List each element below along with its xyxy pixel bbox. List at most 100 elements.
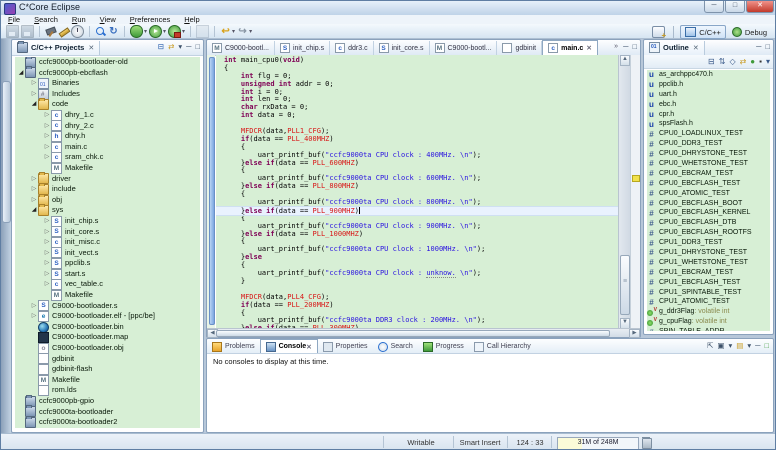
annotation-ruler[interactable] <box>207 55 215 329</box>
editor-tab-ddr3-c[interactable]: cddr3.c <box>330 41 373 55</box>
tree-item[interactable]: ccfc9000pb-gpio <box>15 396 200 407</box>
hide-non-public-icon[interactable]: ▪ <box>759 56 762 67</box>
save-all-icon[interactable] <box>21 25 34 38</box>
outline-item[interactable]: #CPU0_LOADLINUX_TEST <box>647 129 770 139</box>
close-icon[interactable]: ✕ <box>306 343 311 351</box>
tree-item[interactable]: ccfc9000ta-bootloader2 <box>15 417 200 428</box>
outline-item[interactable]: g_cpuFlag : volatile int <box>647 317 770 327</box>
collapsed-arrow-icon[interactable]: ▷ <box>43 216 51 227</box>
tab-cpp-projects[interactable]: C/C++ Projects✕ <box>12 41 100 55</box>
collapsed-arrow-icon[interactable]: ▷ <box>43 279 51 290</box>
tree-item[interactable]: ccfc9000ta-bootloader <box>15 407 200 418</box>
open-perspective-icon[interactable] <box>652 26 665 38</box>
collapsed-arrow-icon[interactable]: ▷ <box>43 227 51 238</box>
left-scrollbar-thumb[interactable] <box>2 81 11 223</box>
collapsed-arrow-icon[interactable]: ▷ <box>43 152 51 163</box>
outline-item[interactable]: uas_archppc470.h <box>647 70 770 80</box>
collapsed-arrow-icon[interactable]: ▷ <box>43 269 51 280</box>
dropdown-icon[interactable]: ▾ <box>729 341 733 351</box>
maximize-icon[interactable]: □ <box>195 42 200 52</box>
external-tools-icon[interactable] <box>168 25 181 38</box>
outline-item[interactable]: #CPU0_EBCFLASH_BOOT <box>647 199 770 209</box>
back-icon[interactable]: ↩ <box>220 26 231 37</box>
close-icon[interactable]: ✕ <box>693 44 699 52</box>
maximize-window-button[interactable]: □ <box>725 1 745 13</box>
collapsed-arrow-icon[interactable]: ▷ <box>30 184 38 195</box>
tree-item[interactable]: ▷SC9000-bootloader.s <box>15 301 200 312</box>
expanded-arrow-icon[interactable]: ◢ <box>30 99 38 110</box>
tree-item[interactable]: ▷Sinit_core.s <box>15 227 200 238</box>
link-with-editor-icon[interactable]: ⇄ <box>740 56 747 67</box>
dropdown-icon[interactable]: ▾ <box>144 28 147 35</box>
minimize-window-button[interactable]: ─ <box>704 1 724 13</box>
console-tab-problems[interactable]: Problems <box>207 340 260 353</box>
outline-item[interactable]: #CPU1_DDR3_TEST <box>647 238 770 248</box>
editor-tab-c9000-bootl-[interactable]: MC9000-bootl... <box>430 41 498 55</box>
close-icon[interactable]: ✕ <box>88 44 94 52</box>
minimize-icon[interactable]: ─ <box>755 341 760 351</box>
outline-item[interactable]: #CPU1_EBCFLASH_TEST <box>647 278 770 288</box>
collapsed-arrow-icon[interactable]: ▷ <box>30 195 38 206</box>
forward-icon[interactable]: ↪ <box>237 26 248 37</box>
close-window-button[interactable]: ✕ <box>746 1 774 13</box>
tree-item[interactable]: ▷Sppclib.s <box>15 258 200 269</box>
console-tab-progress[interactable]: Progress <box>418 340 469 353</box>
dropdown-icon[interactable]: ▾ <box>182 28 185 35</box>
collapse-all-icon[interactable]: ⊟ <box>708 56 715 67</box>
outline-item[interactable]: #SPIN_TABLE_ADDR <box>647 327 770 331</box>
hide-fields-icon[interactable]: ◇ <box>729 56 735 67</box>
dropdown-icon[interactable]: ▾ <box>747 341 751 351</box>
tree-item[interactable]: ▷Sstart.s <box>15 269 200 280</box>
sort-icon[interactable]: ⇅ <box>719 56 726 67</box>
menu-preferences[interactable]: Preferences <box>123 15 177 24</box>
outline-item[interactable]: #CPU0_ATOMIC_TEST <box>647 189 770 199</box>
hide-static-icon[interactable]: ● <box>750 56 755 67</box>
dropdown-icon[interactable]: ▾ <box>232 28 235 35</box>
tree-item[interactable]: ▷Sinit_vect.s <box>15 248 200 259</box>
outline-item[interactable]: #CPU0_EBCFLASH_TEST <box>647 179 770 189</box>
menu-search[interactable]: Search <box>27 15 65 24</box>
link-with-editor-icon[interactable]: ⇄ <box>168 42 174 52</box>
maximize-icon[interactable]: □ <box>765 42 770 52</box>
display-console-icon[interactable]: ▣ <box>717 341 724 351</box>
tree-item[interactable]: gdbinit <box>15 354 200 365</box>
outline-item[interactable]: #CPU0_DHRYSTONE_TEST <box>647 149 770 159</box>
tree-item[interactable]: ◢code <box>15 99 200 110</box>
minimize-icon[interactable]: ─ <box>756 42 761 52</box>
dropdown-icon[interactable]: ▾ <box>163 28 166 35</box>
save-icon[interactable] <box>6 25 19 38</box>
editor-tab-main-c[interactable]: cmain.c✕ <box>542 40 598 55</box>
tree-item[interactable]: ▷cdhry_2.c <box>15 121 200 132</box>
view-menu-icon[interactable]: ▾ <box>766 56 770 67</box>
outline-item[interactable]: #CPU0_EBCFLASH_ROOTFS <box>647 228 770 238</box>
search-icon[interactable] <box>95 26 106 37</box>
editor-horizontal-scrollbar[interactable]: ◀ ▶ <box>207 328 640 337</box>
tree-item[interactable]: rom.lds <box>15 385 200 396</box>
tree-item[interactable]: ▷eC9000-bootloader.elf - [ppc/be] <box>15 311 200 322</box>
build-icon[interactable] <box>45 26 56 37</box>
menu-run[interactable]: Run <box>65 15 93 24</box>
collapse-all-icon[interactable]: ⊟ <box>158 42 164 52</box>
menu-file[interactable]: File <box>1 15 27 24</box>
tree-item[interactable]: ▷cinit_misc.c <box>15 237 200 248</box>
maximize-icon[interactable]: □ <box>632 42 637 52</box>
history-icon[interactable] <box>71 25 84 38</box>
tree-item[interactable]: MMakefile <box>15 375 200 386</box>
collapsed-arrow-icon[interactable]: ▷ <box>43 110 51 121</box>
editor-tab-c9000-bootl-[interactable]: MC9000-bootl... <box>207 41 275 55</box>
editor-tab-init-chip-s[interactable]: Sinit_chip.s <box>275 41 330 55</box>
menu-view[interactable]: View <box>93 15 123 24</box>
menu-help[interactable]: Help <box>177 15 206 24</box>
console-tab-console[interactable]: Console ✕ <box>260 339 318 353</box>
outline-item[interactable]: #CPU1_EBCRAM_TEST <box>647 268 770 278</box>
tree-item[interactable]: C9000-bootloader.map <box>15 332 200 343</box>
outline-item[interactable]: uebc.h <box>647 100 770 110</box>
tree-item[interactable]: ▷cmain.c <box>15 142 200 153</box>
outline-item[interactable]: uuart.h <box>647 90 770 100</box>
tree-item[interactable]: ▷cvec_table.c <box>15 279 200 290</box>
expanded-arrow-icon[interactable]: ◢ <box>30 205 38 216</box>
expanded-arrow-icon[interactable]: ◢ <box>17 68 25 79</box>
tree-item[interactable]: ▷csram_chk.c <box>15 152 200 163</box>
outline-item[interactable]: #CPU0_WHETSTONE_TEST <box>647 159 770 169</box>
collapsed-arrow-icon[interactable]: ▷ <box>30 311 38 322</box>
